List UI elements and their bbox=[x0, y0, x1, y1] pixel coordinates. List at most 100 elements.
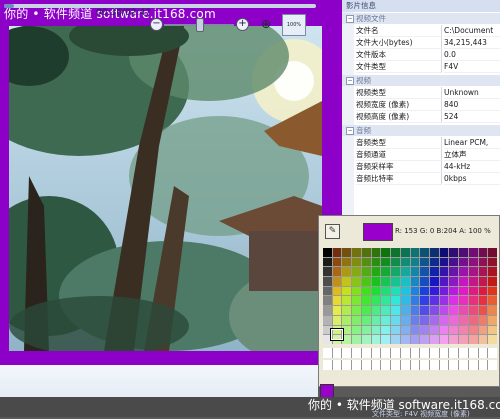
palette-cell[interactable] bbox=[400, 306, 410, 315]
palette-cell[interactable] bbox=[488, 296, 497, 306]
palette-cell[interactable] bbox=[352, 277, 361, 286]
palette-cell[interactable] bbox=[478, 296, 488, 306]
property-row[interactable]: 文件大小(bytes) 34,215,443 bbox=[342, 37, 500, 49]
palette-cell[interactable] bbox=[478, 286, 488, 296]
palette-cell[interactable] bbox=[410, 306, 420, 315]
custom-color-cell[interactable] bbox=[352, 360, 361, 370]
palette-cell[interactable] bbox=[342, 335, 352, 344]
palette-cell[interactable] bbox=[449, 315, 459, 325]
palette-cell[interactable] bbox=[352, 306, 361, 315]
palette-cell[interactable] bbox=[439, 248, 449, 257]
palette-cell[interactable] bbox=[449, 277, 459, 286]
custom-color-cell[interactable] bbox=[420, 348, 429, 358]
custom-color-cell[interactable] bbox=[342, 360, 352, 370]
palette-cell[interactable] bbox=[332, 277, 342, 286]
custom-color-cell[interactable] bbox=[323, 360, 332, 370]
palette-cell[interactable] bbox=[381, 286, 391, 296]
palette-cell[interactable] bbox=[342, 286, 352, 296]
palette-cell[interactable] bbox=[459, 315, 468, 325]
palette-cell[interactable] bbox=[429, 277, 439, 286]
palette-cell[interactable] bbox=[381, 296, 391, 306]
palette-cell[interactable] bbox=[410, 248, 420, 257]
property-row[interactable]: 文件版本 0.0 bbox=[342, 49, 500, 61]
palette-cell[interactable] bbox=[488, 248, 497, 257]
palette-cell[interactable] bbox=[400, 315, 410, 325]
palette-cell[interactable] bbox=[420, 306, 429, 315]
custom-color-cell[interactable] bbox=[400, 360, 410, 370]
group-audio[interactable]: − 音频 bbox=[342, 125, 500, 136]
palette-cell[interactable] bbox=[332, 257, 342, 267]
custom-color-cell[interactable] bbox=[459, 360, 468, 370]
palette-cell[interactable] bbox=[449, 296, 459, 306]
palette-cell[interactable] bbox=[400, 277, 410, 286]
palette-cell[interactable] bbox=[468, 267, 478, 277]
palette-cell[interactable] bbox=[459, 248, 468, 257]
palette-cell[interactable] bbox=[449, 335, 459, 344]
palette-cell[interactable] bbox=[323, 267, 332, 277]
palette-cell[interactable] bbox=[449, 257, 459, 267]
palette-cell[interactable] bbox=[449, 306, 459, 315]
palette-cell[interactable] bbox=[429, 248, 439, 257]
palette-cell[interactable] bbox=[478, 335, 488, 344]
property-row[interactable]: 音频采样率 44-kHz bbox=[342, 161, 500, 173]
video-frame[interactable] bbox=[9, 26, 322, 351]
palette-cell[interactable] bbox=[391, 296, 400, 306]
custom-color-cell[interactable] bbox=[371, 360, 381, 370]
palette-cell[interactable] bbox=[391, 325, 400, 335]
palette-cell[interactable] bbox=[342, 306, 352, 315]
palette-cell[interactable] bbox=[381, 257, 391, 267]
palette-cell[interactable] bbox=[410, 325, 420, 335]
collapse-icon[interactable]: − bbox=[346, 77, 354, 85]
custom-color-cell[interactable] bbox=[420, 360, 429, 370]
palette-cell[interactable] bbox=[342, 267, 352, 277]
palette-cell[interactable] bbox=[478, 248, 488, 257]
custom-color-cell[interactable] bbox=[478, 360, 488, 370]
palette-cell[interactable] bbox=[420, 277, 429, 286]
custom-color-cell[interactable] bbox=[332, 360, 342, 370]
palette-cell[interactable] bbox=[429, 335, 439, 344]
zoom-actual-icon[interactable]: 100% bbox=[282, 14, 306, 36]
palette-cell[interactable] bbox=[400, 257, 410, 267]
palette-cell[interactable] bbox=[468, 325, 478, 335]
palette-cell[interactable] bbox=[410, 267, 420, 277]
palette-cell[interactable] bbox=[429, 257, 439, 267]
palette-cell[interactable] bbox=[391, 248, 400, 257]
palette-cell[interactable] bbox=[323, 286, 332, 296]
video-area[interactable]: 你的 • 软件频道 software.it168.com bbox=[0, 0, 342, 365]
palette-cell[interactable] bbox=[371, 267, 381, 277]
palette-cell[interactable] bbox=[371, 306, 381, 315]
palette-cell[interactable] bbox=[468, 296, 478, 306]
custom-color-cell[interactable] bbox=[429, 360, 439, 370]
palette-cell[interactable] bbox=[410, 286, 420, 296]
palette-cell[interactable] bbox=[449, 267, 459, 277]
palette-cell[interactable] bbox=[361, 306, 371, 315]
custom-color-cell[interactable] bbox=[361, 360, 371, 370]
palette-cell[interactable] bbox=[352, 325, 361, 335]
palette-cell[interactable] bbox=[429, 306, 439, 315]
custom-color-cell[interactable] bbox=[342, 348, 352, 358]
palette-cell[interactable] bbox=[391, 257, 400, 267]
palette-cell[interactable] bbox=[459, 296, 468, 306]
palette-cell[interactable] bbox=[352, 267, 361, 277]
custom-color-cell[interactable] bbox=[439, 360, 449, 370]
palette-cell[interactable] bbox=[332, 267, 342, 277]
palette-cell[interactable] bbox=[468, 286, 478, 296]
custom-colors-row-2[interactable] bbox=[323, 360, 497, 370]
palette-cell[interactable] bbox=[361, 286, 371, 296]
custom-color-cell[interactable] bbox=[459, 348, 468, 358]
palette-cell[interactable] bbox=[371, 248, 381, 257]
palette-cell[interactable] bbox=[371, 325, 381, 335]
custom-color-cell[interactable] bbox=[381, 360, 391, 370]
palette-cell[interactable] bbox=[371, 335, 381, 344]
custom-color-cell[interactable] bbox=[371, 348, 381, 358]
collapse-icon[interactable]: − bbox=[346, 15, 354, 23]
custom-colors-row-1[interactable] bbox=[323, 348, 497, 358]
custom-color-cell[interactable] bbox=[361, 348, 371, 358]
palette-cell[interactable] bbox=[459, 267, 468, 277]
palette-cell[interactable] bbox=[352, 335, 361, 344]
palette-grid[interactable] bbox=[323, 248, 497, 344]
palette-cell[interactable] bbox=[488, 335, 497, 344]
palette-cell[interactable] bbox=[400, 335, 410, 344]
palette-cell[interactable] bbox=[410, 296, 420, 306]
palette-cell[interactable] bbox=[352, 257, 361, 267]
